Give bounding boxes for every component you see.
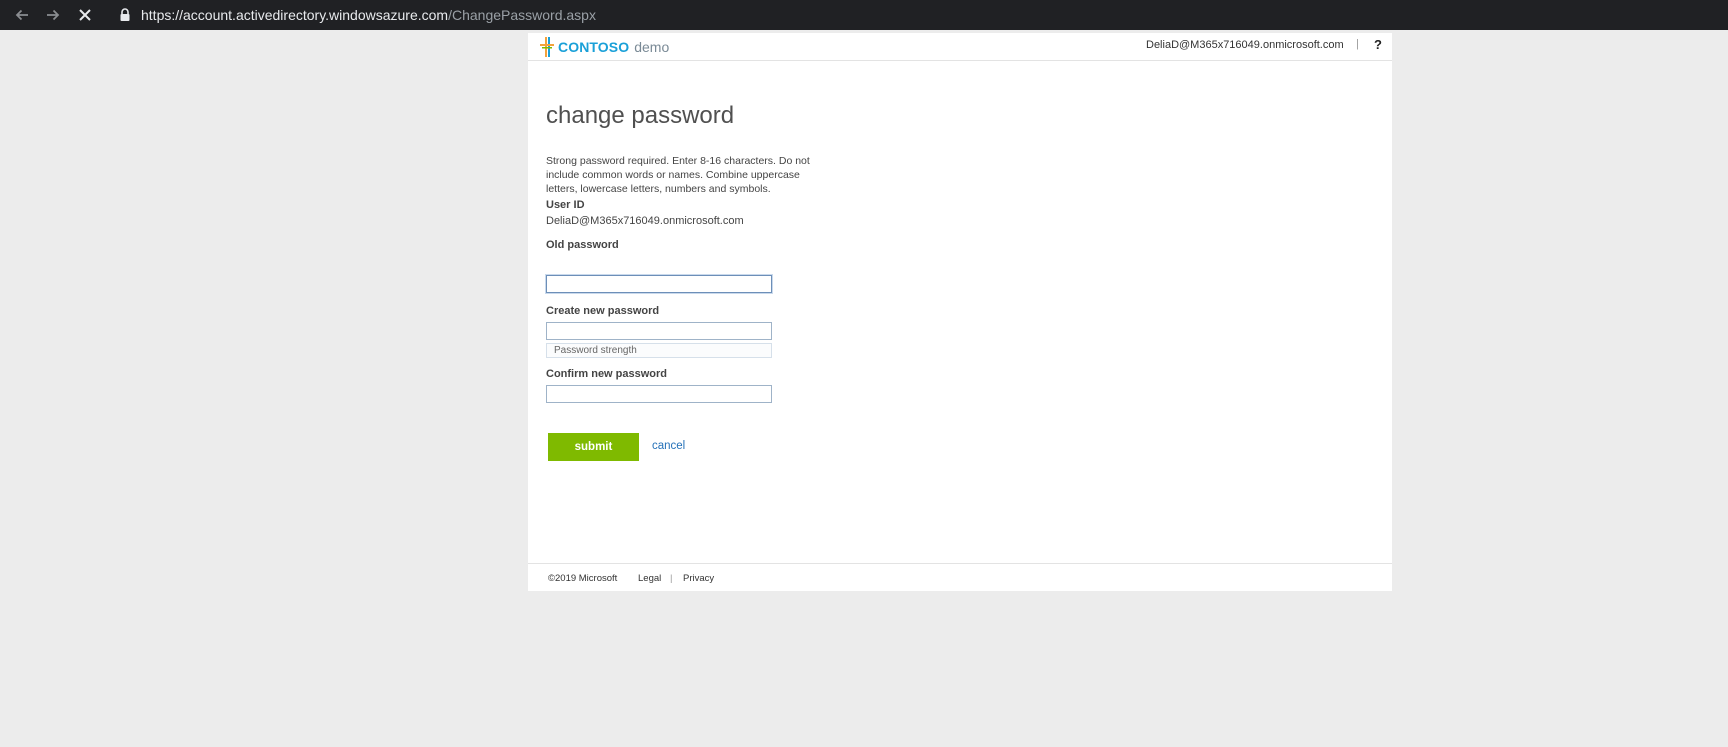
password-strength-meter: Password strength (546, 343, 772, 358)
password-requirements: Strong password required. Enter 8-16 cha… (546, 155, 810, 195)
contoso-logo-icon (540, 37, 554, 57)
brand-subtitle: demo (634, 39, 670, 55)
legal-link[interactable]: Legal (638, 573, 661, 584)
privacy-link[interactable]: Privacy (683, 573, 714, 584)
change-password-card: CONTOSO demo DeliaD@M365x716049.onmicros… (528, 33, 1392, 591)
confirm-password-field[interactable] (546, 385, 772, 403)
brand-name: CONTOSO (558, 39, 630, 55)
contoso-logo: CONTOSO demo (540, 37, 669, 57)
header-separator: | (1356, 38, 1359, 50)
url-path: /ChangePassword.aspx (448, 7, 596, 23)
submit-button[interactable]: submit (548, 433, 639, 461)
footer-separator: | (670, 573, 673, 584)
user-id-value: DeliaD@M365x716049.onmicrosoft.com (546, 215, 744, 227)
copyright: ©2019 Microsoft (548, 573, 618, 584)
user-id-label: User ID (546, 199, 585, 211)
help-icon[interactable]: ? (1374, 37, 1382, 52)
old-password-label: Old password (546, 239, 619, 251)
new-password-field[interactable] (546, 322, 772, 340)
forward-arrow-icon[interactable] (42, 4, 64, 26)
browser-toolbar: https://account.activedirectory.windowsa… (0, 0, 1728, 30)
back-arrow-icon[interactable] (11, 4, 33, 26)
page-footer: ©2019 Microsoft Legal | Privacy (528, 563, 1392, 592)
lock-icon (118, 7, 132, 23)
confirm-password-label: Confirm new password (546, 368, 668, 380)
page-header: CONTOSO demo DeliaD@M365x716049.onmicros… (528, 33, 1392, 61)
old-password-field[interactable] (546, 275, 772, 293)
signed-in-user[interactable]: DeliaD@M365x716049.onmicrosoft.com (1146, 39, 1344, 51)
stop-loading-icon[interactable] (74, 4, 96, 26)
page-title: change password (546, 102, 735, 129)
url-domain: https://account.activedirectory.windowsa… (141, 7, 449, 23)
address-bar[interactable]: https://account.activedirectory.windowsa… (141, 6, 596, 24)
cancel-link[interactable]: cancel (652, 440, 685, 452)
new-password-label: Create new password (546, 305, 660, 317)
